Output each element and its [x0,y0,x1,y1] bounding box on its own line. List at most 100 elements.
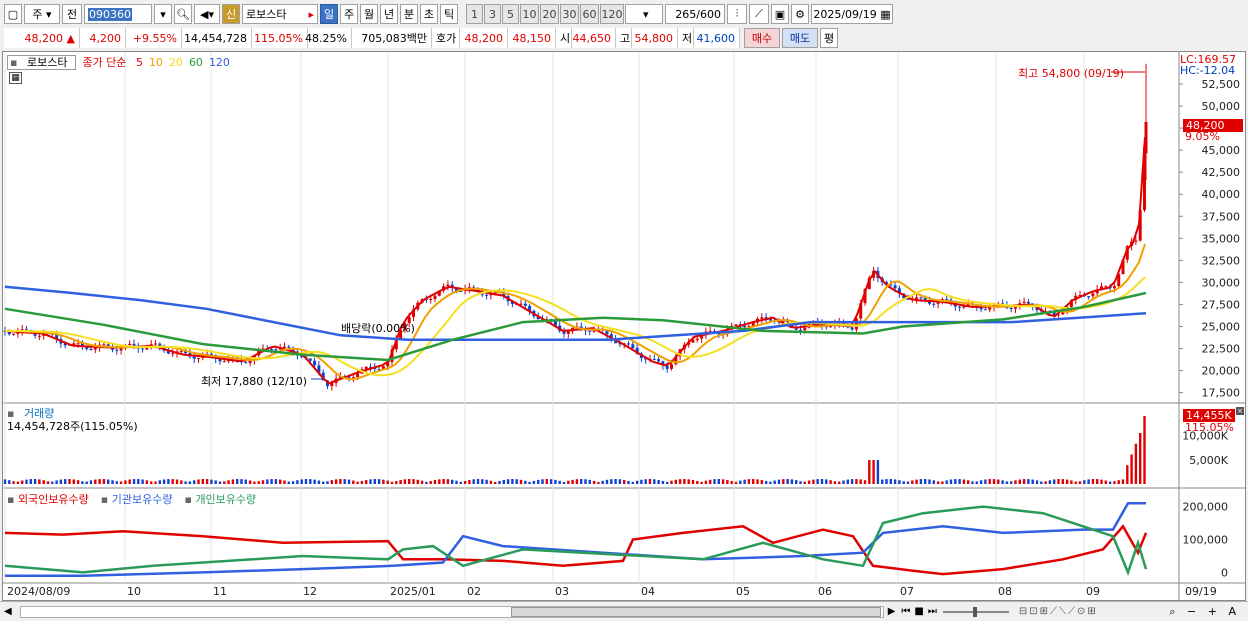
date-input[interactable]: 2025/09/19 ▦ [811,4,893,24]
volume-bar [210,479,213,484]
period-tab[interactable]: 년 [380,4,398,24]
volume-bar [38,479,41,484]
sell-button[interactable]: 매도 [782,28,818,48]
candle-body [356,373,360,378]
close-panel-icon[interactable]: × [1236,407,1244,415]
gear-icon[interactable]: ⚙ [791,4,809,24]
volume-bar [881,479,884,484]
volume-bar [889,479,892,484]
volume-bar [1014,480,1017,484]
volume-bar [438,479,441,484]
scroll-thumb[interactable] [510,606,881,617]
interval-tab[interactable]: 10 [520,4,539,24]
holding-lines [4,502,1148,577]
candle-body [1112,286,1116,289]
price-y-label: 22,500 [1202,343,1241,356]
price-y-label: 42,500 [1202,166,1241,179]
scroll-left-icon[interactable]: ◀ [4,606,12,617]
interval-custom-select[interactable]: ▾ [625,4,663,24]
chart-svg[interactable]: 52,50050,00047,50045,00042,50040,00037,5… [3,52,1245,600]
volume-bar [949,479,953,484]
period-tab[interactable]: 분 [400,4,418,24]
save-icon[interactable]: ▣ [771,4,789,24]
volume-bar [967,480,970,484]
interval-tab[interactable]: 60 [580,4,599,24]
stop-icon[interactable]: ■ [914,606,923,617]
volume-bar [528,481,531,484]
interval-tab[interactable]: 120 [600,4,624,24]
period-tab[interactable]: 초 [420,4,438,24]
interval-tab[interactable]: 3 [484,4,501,24]
volume-bar [218,481,222,484]
calculator-icon[interactable]: ▦ [9,72,22,84]
volume-bar [1022,479,1026,484]
interval-tab[interactable]: 30 [560,4,579,24]
volume-bar [623,479,626,484]
period-tab[interactable]: 월 [360,4,378,24]
dropdown-icon[interactable]: ▾ [154,4,172,24]
play-back-icon[interactable]: ⏮ [901,606,910,617]
period-tab[interactable]: 일 [320,4,338,24]
volume-bar [928,479,931,484]
interval-tab[interactable]: 5 [502,4,519,24]
speaker-icon[interactable]: ◀▾ [194,4,220,24]
stock-code-input[interactable]: 090360 [84,4,152,24]
volume-bar [89,480,93,484]
play-forward-icon[interactable]: ⏭ [928,606,937,617]
search-icon[interactable]: 🔍︎ [174,4,192,24]
legend-stock[interactable]: ▪ 로보스타 [7,55,77,70]
zoom-controls[interactable]: ⌕ − + A [1169,605,1240,619]
volume-bar [816,479,819,484]
candle-body [119,348,123,351]
scroll-right-icon[interactable]: ▶ [888,606,896,617]
volume-bar [55,480,58,484]
volume-bar [451,479,454,484]
candle-icon[interactable]: ⫶ [727,4,747,24]
change: 4,200 [80,28,126,48]
market-select[interactable]: 주 ▾ [24,4,60,24]
volume-bar [674,479,677,484]
volume-bar [85,481,88,484]
zoom-slider[interactable] [942,606,1009,617]
volume-bar [1130,454,1133,484]
window-icon[interactable]: ▢ [4,4,22,24]
hc-label: HC:-12.04 [1180,64,1236,77]
volume-bar [506,479,510,484]
legend-ma-title: 종가 단순 [82,56,127,69]
interval-tab[interactable]: 20 [540,4,559,24]
candle-body [1022,301,1026,304]
chart-area: 52,50050,00047,50045,00042,50040,00037,5… [2,51,1246,601]
volume-bar [360,481,364,484]
volume-bar [532,480,536,484]
volume-bar [825,479,828,484]
period-tab[interactable]: 주 [340,4,358,24]
buy-button[interactable]: 매수 [744,28,780,48]
volume-bar [850,479,854,484]
holding-legend-item: ▪ 외국인보유수량 [7,493,89,506]
volume-bar [197,479,200,484]
volume-bar [592,480,596,484]
volume-bar [855,479,858,484]
eval-button[interactable]: 평 [820,28,838,48]
low-price: 41,600 [694,28,740,48]
volume-bar [1074,481,1077,484]
volume-bar [919,479,923,484]
x-axis-label: 03 [555,585,569,598]
scroll-track[interactable] [19,605,884,618]
interval-tab[interactable]: 1 [466,4,483,24]
period-tab[interactable]: 틱 [440,4,458,24]
date-value: 2025/09/19 [813,7,877,21]
volume-bar [644,479,647,484]
drawing-tools-icon[interactable]: ⊟⊡⊞⟋⟍⟋⊙⊞ [1019,606,1098,617]
individual-holding-line [4,505,1148,576]
volume-bar [661,480,665,484]
zoom-handle[interactable] [972,606,977,617]
volume-bar [382,479,385,484]
stock-name[interactable]: 로보스타 ▸ [242,4,318,24]
prev-button[interactable]: 전 [62,4,82,24]
volume-bar [137,479,140,484]
line-tool-icon[interactable]: ⟋ [749,4,769,24]
count-input[interactable]: 265/600 [665,4,725,24]
volume-bar [205,479,209,484]
holding-legend-label: 외국인보유수량 [17,493,89,506]
